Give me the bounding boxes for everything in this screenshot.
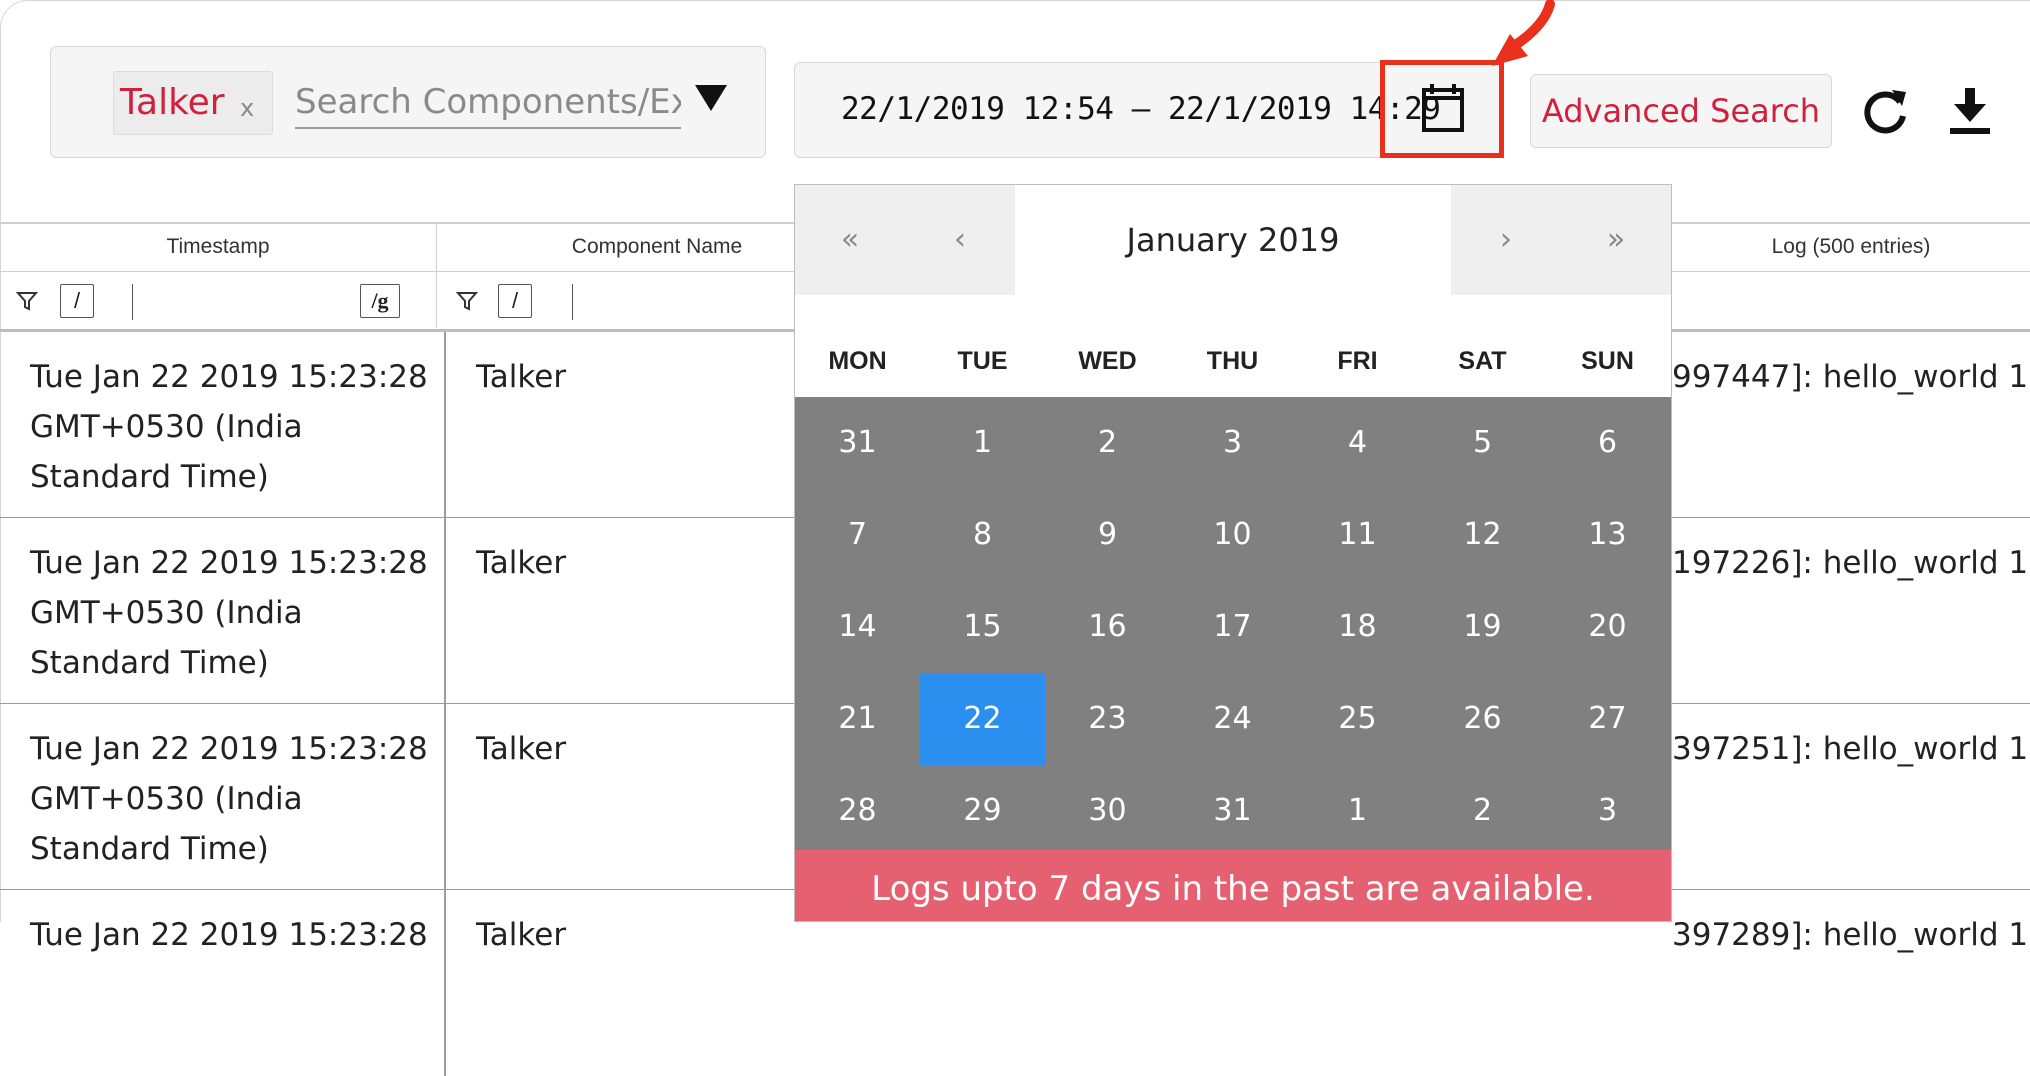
calendar-day[interactable]: 13 bbox=[1545, 489, 1670, 581]
download-icon[interactable] bbox=[1946, 84, 1994, 136]
weekday-fri: FRI bbox=[1337, 347, 1378, 375]
column-divider bbox=[444, 518, 446, 703]
timestamp-cell: Tue Jan 22 2019 15:23:28 bbox=[30, 917, 428, 953]
calendar-day[interactable]: 8 bbox=[920, 489, 1045, 581]
calendar-day[interactable]: 31 bbox=[1170, 765, 1295, 857]
column-header-log[interactable]: Log (500 entries) bbox=[1672, 224, 2030, 272]
calendar-day[interactable]: 18 bbox=[1295, 581, 1420, 673]
prev-year-button[interactable]: « bbox=[795, 185, 905, 295]
calendar-day[interactable]: 1 bbox=[1295, 765, 1420, 857]
calendar-day[interactable]: 29 bbox=[920, 765, 1045, 857]
column-divider bbox=[444, 890, 446, 1076]
calendar-day[interactable]: 2 bbox=[1420, 765, 1545, 857]
log-cell: 397251]: hello_world 154 bbox=[1672, 731, 2030, 767]
calendar-icon bbox=[1422, 84, 1464, 132]
calendar-month-title[interactable]: January 2019 bbox=[1015, 185, 1451, 295]
weekday-mon: MON bbox=[828, 347, 887, 375]
calendar-day[interactable]: 1 bbox=[920, 397, 1045, 489]
next-month-button[interactable]: › bbox=[1451, 185, 1561, 295]
funnel-icon[interactable] bbox=[16, 290, 38, 312]
weekday-sun: SUN bbox=[1581, 347, 1634, 375]
calendar-day[interactable]: 4 bbox=[1295, 397, 1420, 489]
timestamp-cell: Tue Jan 22 2019 15:23:28 GMT+0530 (India… bbox=[30, 731, 428, 867]
weekday-wed: WED bbox=[1078, 347, 1137, 375]
calendar-day[interactable]: 20 bbox=[1545, 581, 1670, 673]
availability-notice: Logs upto 7 days in the past are availab… bbox=[795, 850, 1671, 921]
calendar-day[interactable]: 30 bbox=[1045, 765, 1170, 857]
calendar-day[interactable]: 31 bbox=[795, 397, 920, 489]
calendar-day[interactable]: 14 bbox=[795, 581, 920, 673]
weekday-sat: SAT bbox=[1458, 347, 1507, 375]
timestamp-filter-input[interactable] bbox=[140, 282, 358, 324]
calendar-day[interactable]: 7 bbox=[795, 489, 920, 581]
calendar-day[interactable]: 24 bbox=[1170, 673, 1295, 765]
calendar-day[interactable]: 6 bbox=[1545, 397, 1670, 489]
column-divider bbox=[436, 272, 437, 328]
component-search-box: Talker x bbox=[50, 46, 766, 158]
regex-toggle[interactable]: / bbox=[60, 284, 94, 318]
calendar-day[interactable]: 17 bbox=[1170, 581, 1295, 673]
column-divider bbox=[444, 704, 446, 889]
calendar-day[interactable]: 16 bbox=[1045, 581, 1170, 673]
component-cell: Talker bbox=[476, 359, 567, 395]
advanced-search-button[interactable]: Advanced Search bbox=[1530, 74, 1832, 148]
component-cell: Talker bbox=[476, 545, 567, 581]
calendar-day[interactable]: 21 bbox=[795, 673, 920, 765]
refresh-icon[interactable] bbox=[1860, 86, 1910, 136]
component-cell: Talker bbox=[476, 731, 567, 767]
calendar-day[interactable]: 27 bbox=[1545, 673, 1670, 765]
calendar-day[interactable]: 25 bbox=[1295, 673, 1420, 765]
calendar-button[interactable] bbox=[1382, 62, 1502, 158]
weekday-tue: TUE bbox=[957, 347, 1008, 375]
search-input[interactable] bbox=[295, 77, 681, 129]
calendar-day[interactable]: 2 bbox=[1045, 397, 1170, 489]
filter-separator bbox=[132, 284, 133, 320]
filter-separator bbox=[572, 284, 573, 320]
calendar-day-selected[interactable]: 22 bbox=[920, 673, 1045, 765]
regex-toggle[interactable]: / bbox=[498, 284, 532, 318]
column-header-timestamp[interactable]: Timestamp bbox=[0, 224, 436, 272]
calendar-day[interactable]: 28 bbox=[795, 765, 920, 857]
column-divider bbox=[444, 332, 446, 517]
component-cell: Talker bbox=[476, 917, 567, 953]
date-range-value: 22/1/2019 12:54 – 22/1/2019 14:29 bbox=[841, 91, 1441, 127]
calendar-day[interactable]: 3 bbox=[1545, 765, 1670, 857]
calendar-day[interactable]: 12 bbox=[1420, 489, 1545, 581]
calendar-day[interactable]: 15 bbox=[920, 581, 1045, 673]
log-cell: 397289]: hello_world 154 bbox=[1672, 917, 2030, 953]
filter-chip-label: Talker bbox=[120, 82, 225, 123]
filter-chip: Talker x bbox=[113, 71, 273, 135]
calendar-day[interactable]: 9 bbox=[1045, 489, 1170, 581]
component-filter-input[interactable] bbox=[580, 282, 784, 324]
timestamp-cell: Tue Jan 22 2019 15:23:28 GMT+0530 (India… bbox=[30, 545, 428, 681]
triangle-down-icon[interactable] bbox=[691, 77, 731, 117]
calendar-day[interactable]: 10 bbox=[1170, 489, 1295, 581]
chip-remove-button[interactable]: x bbox=[240, 94, 254, 122]
timestamp-cell: Tue Jan 22 2019 15:23:28 GMT+0530 (India… bbox=[30, 359, 428, 495]
funnel-icon[interactable] bbox=[456, 290, 478, 312]
log-cell: 997447]: hello_world 154 bbox=[1672, 359, 2030, 395]
calendar-day[interactable]: 3 bbox=[1170, 397, 1295, 489]
calendar-days-grid: 31 1 2 3 4 5 6 7 8 9 10 11 12 13 14 15 1… bbox=[795, 397, 1671, 857]
next-year-button[interactable]: » bbox=[1561, 185, 1671, 295]
log-cell: 197226]: hello_world 154 bbox=[1672, 545, 2030, 581]
calendar-day[interactable]: 5 bbox=[1420, 397, 1545, 489]
calendar-day[interactable]: 11 bbox=[1295, 489, 1420, 581]
calendar-day[interactable]: 19 bbox=[1420, 581, 1545, 673]
calendar-day[interactable]: 23 bbox=[1045, 673, 1170, 765]
calendar-day[interactable]: 26 bbox=[1420, 673, 1545, 765]
regex-global-toggle[interactable]: /g bbox=[360, 284, 400, 318]
calendar-popup: « ‹ January 2019 › » MON TUE WED THU FRI… bbox=[794, 184, 1672, 922]
prev-month-button[interactable]: ‹ bbox=[905, 185, 1015, 295]
weekday-thu: THU bbox=[1206, 347, 1259, 375]
